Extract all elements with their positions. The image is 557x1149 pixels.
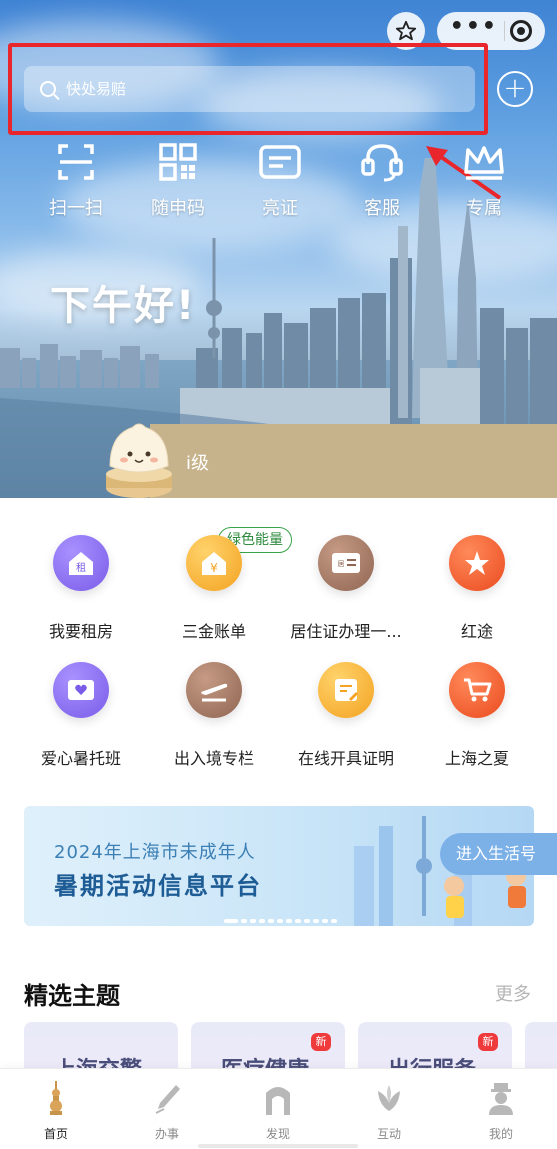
greeting-text: 下午好! [50, 283, 197, 329]
quick-action-label: 专属 [466, 198, 502, 219]
service-label: 在线开具证明 [297, 749, 394, 768]
qr-code-icon [159, 143, 197, 181]
enter-life-account-button[interactable]: 进入生活号 [440, 833, 557, 875]
banner-title: 暑期活动信息平台 [54, 872, 262, 900]
service-entry-exit[interactable]: 出入境专栏 [145, 652, 283, 769]
tab-home[interactable]: 首页 [16, 1081, 96, 1142]
service-fund-bill[interactable]: ¥ 三金账单 [145, 525, 283, 642]
service-online-certificate[interactable]: 在线开具证明 [277, 652, 415, 769]
service-label: 三金账单 [181, 622, 246, 641]
svg-text:居: 居 [338, 560, 345, 568]
customer-service-icon [361, 144, 403, 182]
residence-card-icon: 居 [318, 535, 374, 591]
service-label: 爱心暑托班 [40, 749, 121, 768]
quick-action-customer-service[interactable]: 客服 [342, 140, 422, 220]
service-summer-class[interactable]: 爱心暑托班 [12, 652, 150, 769]
fund-bill-icon: ¥ [186, 535, 242, 591]
miniprogram-close-icon[interactable] [510, 20, 533, 42]
rent-house-icon: 租 [53, 535, 109, 591]
app-page: ••• + 扫一扫 随申码 [0, 0, 557, 1149]
tab-interaction[interactable]: 互动 [349, 1081, 429, 1142]
pen-icon [155, 1085, 180, 1114]
scan-icon [58, 144, 94, 180]
svg-text:租: 租 [76, 561, 86, 574]
add-circle-icon[interactable]: + [497, 71, 533, 107]
banner-subtitle: 2024年上海市未成年人 [54, 842, 256, 863]
carousel-indicator [224, 908, 340, 926]
tab-label: 互动 [376, 1127, 401, 1141]
tab-label: 办事 [154, 1127, 179, 1141]
service-label: 红途 [460, 622, 493, 641]
tab-profile[interactable]: 我的 [461, 1081, 541, 1142]
red-route-icon [449, 535, 505, 591]
bottom-tab-bar: 首页 办事 发现 互动 我的 [0, 1068, 557, 1149]
themes-more-link[interactable]: 更多 [495, 980, 531, 1006]
quick-actions-row: 扫一扫 随申码 亮证 客服 专属 [0, 140, 557, 230]
quick-action-label: 扫一扫 [49, 198, 103, 219]
user-level-text: i级 [186, 453, 210, 474]
new-badge: 新 [311, 1033, 331, 1051]
tab-label: 我的 [488, 1127, 513, 1141]
certificate-icon [318, 662, 374, 718]
tab-discover[interactable]: 发现 [238, 1081, 318, 1142]
capsule-divider [503, 21, 505, 41]
quick-action-label: 随申码 [151, 198, 205, 219]
magnolia-icon [378, 1085, 400, 1111]
airplane-icon [186, 662, 242, 718]
star-icon [395, 20, 417, 41]
user-level-band [150, 424, 557, 498]
crown-icon [464, 146, 504, 180]
tab-label: 首页 [43, 1127, 68, 1141]
service-label: 出入境专栏 [173, 749, 254, 768]
service-shanghai-summer[interactable]: 上海之夏 [408, 652, 546, 769]
home-indicator [198, 1144, 358, 1148]
annotation-highlight-box [8, 43, 488, 135]
quick-action-label: 亮证 [262, 198, 298, 219]
svg-text:¥: ¥ [210, 561, 218, 575]
quick-action-exclusive[interactable]: 专属 [444, 140, 524, 220]
more-dots-icon[interactable]: ••• [450, 16, 498, 38]
quick-action-id-card[interactable]: 亮证 [240, 140, 320, 220]
quick-action-scan[interactable]: 扫一扫 [36, 140, 116, 220]
quick-action-label: 客服 [364, 198, 400, 219]
summer-class-icon [53, 662, 109, 718]
service-red-route[interactable]: 红途 [408, 525, 546, 642]
themes-section-title: 精选主题 [24, 982, 120, 1010]
service-residence-card[interactable]: 居 居住证办理一... [277, 525, 415, 642]
discover-icon [266, 1087, 290, 1115]
service-rent-house[interactable]: 租 我要租房 [12, 525, 150, 642]
service-label: 我要租房 [48, 622, 113, 641]
service-label: 上海之夏 [444, 749, 509, 768]
new-badge: 新 [478, 1033, 498, 1051]
mascot-avatar[interactable] [104, 416, 174, 500]
shopping-cart-icon [449, 662, 505, 718]
profile-icon [489, 1083, 513, 1115]
tab-services[interactable]: 办事 [127, 1081, 207, 1142]
quick-action-qr-code[interactable]: 随申码 [138, 140, 218, 220]
home-tower-icon [50, 1081, 62, 1115]
id-card-icon [259, 145, 301, 179]
service-label: 居住证办理一... [290, 622, 402, 641]
tab-label: 发现 [265, 1127, 290, 1141]
